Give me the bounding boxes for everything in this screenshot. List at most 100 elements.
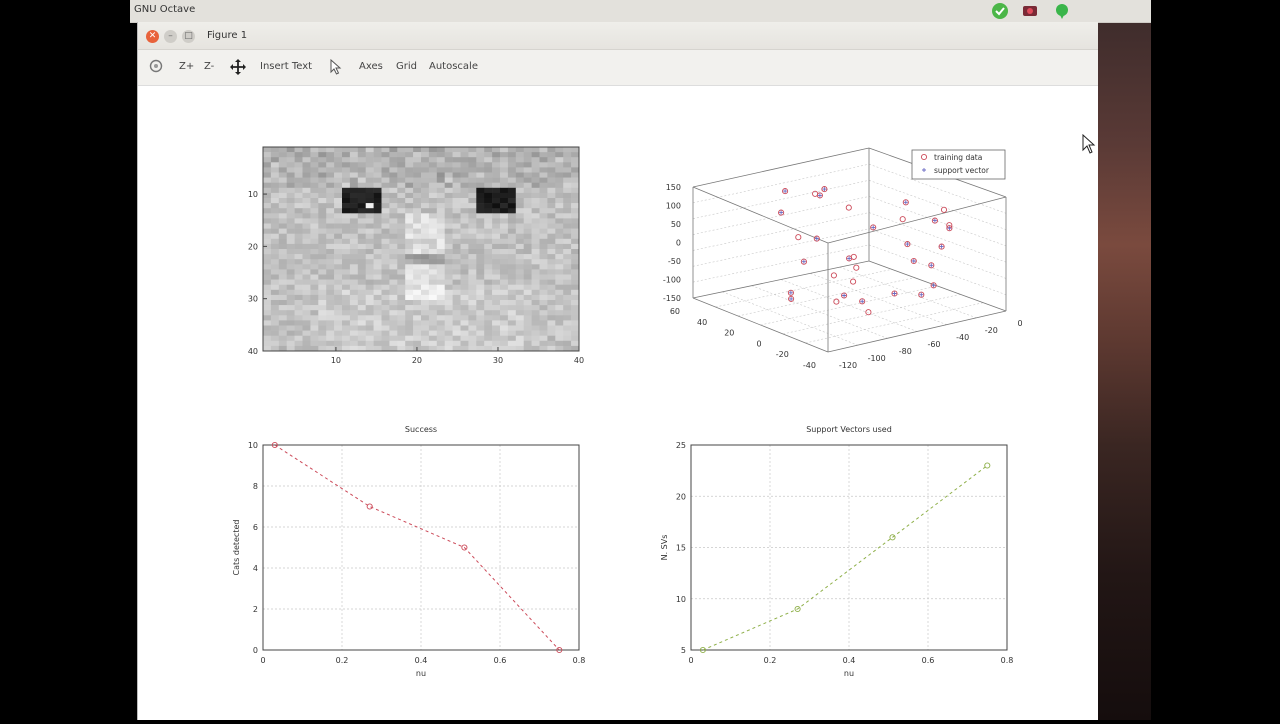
- plot-frame: [262, 444, 580, 651]
- support-vector-point: [905, 242, 910, 247]
- z-tick-label: 100: [666, 202, 681, 211]
- rotate-icon[interactable]: [149, 59, 163, 76]
- y-tick-label: 2: [253, 605, 258, 614]
- zoom-in-button[interactable]: Z+: [179, 61, 194, 72]
- y-axis-label: N. SVs: [660, 535, 669, 561]
- select-arrow-icon[interactable]: [330, 58, 342, 78]
- legend-label: training data: [934, 153, 982, 162]
- x-axis-label: nu: [844, 669, 854, 678]
- heatmap-cells: [263, 147, 580, 352]
- training-data-point: [795, 234, 802, 241]
- y-tick-label: 40: [248, 347, 258, 356]
- chat-icon[interactable]: [1054, 3, 1070, 19]
- support-vector-point: [939, 244, 944, 249]
- y-tick-label: 15: [676, 544, 686, 553]
- axes-button[interactable]: Axes: [359, 61, 383, 72]
- grid-line: [692, 244, 870, 283]
- insert-text-button[interactable]: Insert Text: [260, 61, 312, 72]
- x-tick-label: 10: [331, 356, 341, 365]
- figure-toolbar: Z+ Z- Insert Text Axes Grid Autoscale: [138, 50, 1098, 86]
- x-tick-label: -120: [839, 361, 857, 370]
- figure-canvas[interactable]: 10 20 30 4010203040 150100500-50-100-150604…: [138, 86, 1098, 720]
- support-vector-point: [801, 259, 806, 264]
- y-tick-label: 25: [676, 441, 686, 450]
- close-icon[interactable]: ✕: [146, 30, 159, 43]
- pan-icon[interactable]: [230, 59, 246, 78]
- x-tick-label: -80: [899, 347, 912, 356]
- legend-label: support vector: [934, 166, 990, 175]
- support-vector-point: [929, 263, 934, 268]
- y-axis-label: Cats detected: [232, 520, 241, 576]
- grid-line: [692, 228, 870, 267]
- x-tick-label: 0.2: [336, 656, 349, 665]
- check-icon[interactable]: [992, 3, 1008, 19]
- x-tick-label: 0.6: [494, 656, 507, 665]
- x-tick-label: -40: [956, 333, 969, 342]
- data-point: [984, 462, 991, 469]
- plot-area: 10 20 30 40 10 20 30 40 150 100 50 0 -50 -100 -150 60 4…: [138, 86, 1098, 720]
- y-tick-label: 40: [697, 318, 707, 327]
- x-tick-label: -60: [927, 340, 940, 349]
- support-vector-point: [911, 259, 916, 263]
- y-tick-label: 6: [253, 523, 258, 532]
- x-tick-label: 0.8: [1001, 656, 1014, 665]
- support-vector-point: [860, 299, 865, 304]
- x-tick-label: 20: [412, 356, 422, 365]
- support-vector-point: [932, 218, 937, 223]
- support-vector-point: [871, 225, 876, 230]
- x-tick-label: 0: [688, 656, 693, 665]
- z-tick-label: -150: [663, 294, 681, 303]
- axis-box-edge: [692, 260, 870, 299]
- z-tick-label: 150: [666, 183, 681, 192]
- x-tick-label: -20: [985, 326, 998, 335]
- x-tick-label: 30: [493, 356, 503, 365]
- y-tick-label: 10: [248, 441, 258, 450]
- training-data-point: [940, 206, 948, 213]
- y-tick-label: 5: [681, 646, 686, 655]
- grid-button[interactable]: Grid: [396, 61, 417, 72]
- z-tick-label: 50: [671, 220, 681, 229]
- minimize-icon[interactable]: –: [164, 30, 177, 43]
- support-vector-point: [847, 256, 852, 261]
- chart-title: Success: [405, 425, 437, 434]
- window-titlebar: ✕ – □ Figure 1: [138, 22, 1098, 50]
- support-vector-point: [779, 210, 784, 215]
- z-tick-label: -100: [663, 276, 681, 285]
- training-data-point: [850, 278, 857, 285]
- autoscale-button[interactable]: Autoscale: [429, 61, 478, 72]
- desktop-background-right: [1151, 0, 1280, 720]
- desktop-background-left: [0, 0, 130, 720]
- zoom-out-button[interactable]: Z-: [204, 61, 214, 72]
- axis-box-edge: [692, 147, 870, 188]
- support-vector-point: [903, 200, 908, 205]
- x-tick-label: 0: [260, 656, 265, 665]
- x-tick-label: 0.6: [922, 656, 935, 665]
- axis-box-edge: [692, 186, 829, 244]
- support-vector-point: [788, 290, 793, 295]
- y-tick-label: 10: [676, 595, 686, 604]
- y-tick-label: 60: [670, 307, 680, 316]
- figure-window: ✕ – □ Figure 1 Z+ Z- Insert Text Axes Gr…: [137, 22, 1098, 720]
- axis-box-edge: [827, 310, 1007, 353]
- y-tick-label: 0: [253, 646, 258, 655]
- window-title: Figure 1: [207, 30, 248, 41]
- x-tick-label: -100: [868, 354, 886, 363]
- y-tick-label: -20: [776, 350, 789, 359]
- x-tick-label: 0.4: [415, 656, 428, 665]
- z-tick-label: -50: [668, 257, 681, 266]
- y-tick-label: 20: [248, 242, 258, 251]
- x-tick-label: 0.4: [843, 656, 856, 665]
- x-axis-label: nu: [416, 669, 426, 678]
- y-tick-label: 10: [248, 190, 258, 199]
- support-vector-point: [783, 189, 788, 194]
- data-point: [366, 503, 373, 510]
- grid-line: [692, 163, 870, 204]
- record-icon[interactable]: [1022, 3, 1038, 19]
- series-line: [274, 444, 560, 651]
- maximize-icon[interactable]: □: [182, 30, 195, 43]
- grid-line: [692, 212, 870, 251]
- mouse-cursor-icon: [1082, 133, 1096, 158]
- training-data-point: [845, 204, 852, 211]
- x-tick-label: 0.2: [764, 656, 777, 665]
- support-vector-point: [892, 291, 897, 296]
